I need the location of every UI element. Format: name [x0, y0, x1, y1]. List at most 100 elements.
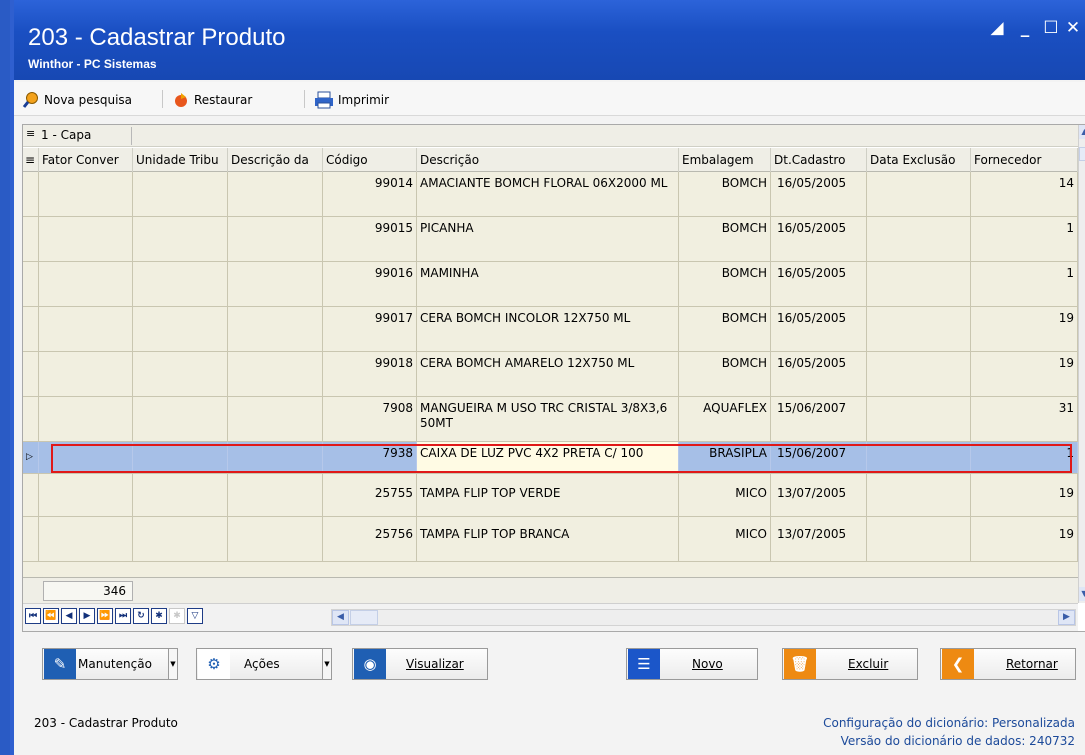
cell-fator-conver: [39, 517, 133, 561]
status-dictionary-version: Versão do dicionário de dados: 240732: [840, 734, 1075, 748]
table-row[interactable]: 25755 TAMPA FLIP TOP VERDE MICO 13/07/20…: [23, 474, 1078, 517]
column-header[interactable]: Embalagem: [679, 148, 771, 172]
cell-descricao: CERA BOMCH INCOLOR 12X750 ML: [417, 307, 679, 351]
column-header[interactable]: Dt.Cadastro: [771, 148, 867, 172]
next-record-icon[interactable]: ▶: [79, 608, 95, 624]
cell-embalagem: AQUAFLEX: [679, 397, 771, 441]
cell-fator-conver: [39, 474, 133, 516]
insert-record-icon[interactable]: ✱: [151, 608, 167, 624]
cell-descricao: AMACIANTE BOMCH FLORAL 06X2000 ML: [417, 172, 679, 216]
vertical-scrollbar[interactable]: ▲ ▼: [1078, 125, 1085, 603]
cell-descricao-da: [228, 217, 323, 261]
row-indicator: [23, 517, 39, 561]
cell-data-exclusao: [867, 517, 971, 561]
prev-page-icon[interactable]: ⏪: [43, 608, 59, 624]
cell-fornecedor: 31: [971, 397, 1078, 441]
cell-fornecedor: 14: [971, 172, 1078, 216]
table-row[interactable]: 99017 CERA BOMCH INCOLOR 12X750 ML BOMCH…: [23, 307, 1078, 352]
table-row[interactable]: 25756 TAMPA FLIP TOP BRANCA MICO 13/07/2…: [23, 517, 1078, 562]
column-header[interactable]: Data Exclusão: [867, 148, 971, 172]
retornar-label: Retornar: [1006, 657, 1058, 671]
scroll-right-icon[interactable]: ▶: [1058, 610, 1075, 625]
cell-descricao-da: [228, 172, 323, 216]
status-dictionary-config: Configuração do dicionário: Personalizad…: [823, 716, 1075, 730]
visualizar-button[interactable]: ◉ Visualizar: [352, 648, 488, 680]
restore-arrow-icon: [175, 93, 187, 107]
cell-unidade-tribu: [133, 307, 228, 351]
last-page-icon[interactable]: ⏭: [115, 608, 131, 624]
cell-data-exclusao: [867, 262, 971, 306]
excluir-button[interactable]: 🗑 Excluir: [782, 648, 918, 680]
acoes-label: Ações: [244, 657, 280, 671]
column-header[interactable]: Descrição da: [228, 148, 323, 172]
cell-unidade-tribu: [133, 442, 228, 473]
toolbar-separator: [162, 90, 163, 108]
band-menu-icon[interactable]: ≡: [26, 127, 35, 140]
manutencao-button[interactable]: ✎ Manutenção ▼: [42, 648, 178, 680]
prev-record-icon[interactable]: ◀: [61, 608, 77, 624]
scroll-up-icon[interactable]: ▲: [1079, 125, 1085, 139]
column-header[interactable]: Descrição: [417, 148, 679, 172]
cell-fornecedor: 1: [971, 262, 1078, 306]
column-header[interactable]: Fornecedor: [971, 148, 1078, 172]
scroll-down-icon[interactable]: ▼: [1079, 587, 1085, 601]
column-header[interactable]: Fator Conver: [39, 148, 133, 172]
cell-data-exclusao: [867, 352, 971, 396]
dropdown-arrow-icon[interactable]: ▼: [322, 649, 331, 679]
maximize-icon[interactable]: ☐: [1041, 18, 1061, 38]
cell-fornecedor: 19: [971, 517, 1078, 561]
row-indicator: [23, 397, 39, 441]
cell-fator-conver: [39, 172, 133, 216]
row-pointer-icon: ▷: [23, 442, 39, 473]
filter-icon[interactable]: ▽: [187, 608, 203, 624]
visualizar-label: Visualizar: [406, 657, 464, 671]
cell-codigo: 7908: [323, 397, 417, 441]
vertical-scroll-thumb[interactable]: [1079, 147, 1085, 161]
manutencao-label: Manutenção: [78, 657, 152, 671]
cell-data-exclusao: [867, 397, 971, 441]
table-row[interactable]: 99015 PICANHA BOMCH 16/05/2005 1: [23, 217, 1078, 262]
row-indicator: [23, 262, 39, 306]
column-chooser-icon[interactable]: ≡: [23, 148, 39, 172]
cell-embalagem: BOMCH: [679, 262, 771, 306]
row-indicator: [23, 474, 39, 516]
window-title: 203 - Cadastrar Produto: [28, 24, 286, 51]
search-icon: [22, 92, 38, 108]
cell-descricao-da: [228, 307, 323, 351]
close-icon[interactable]: ✕: [1063, 18, 1083, 38]
grid-navigator: ⏮ ⏪ ◀ ▶ ⏩ ⏭ ↻ ✱ ✱ ▽ ◀ ▶: [23, 603, 1078, 631]
restaurar-button[interactable]: Restaurar: [172, 89, 252, 111]
table-row[interactable]: 99018 CERA BOMCH AMARELO 12X750 ML BOMCH…: [23, 352, 1078, 397]
restore-icon[interactable]: ◢: [987, 18, 1007, 38]
grid-header: ≡ Fator Conver Unidade Tribu Descrição d…: [23, 148, 1078, 172]
row-indicator: [23, 307, 39, 351]
nova-pesquisa-button[interactable]: Nova pesquisa: [22, 89, 132, 111]
minimize-icon[interactable]: _: [1015, 18, 1035, 38]
cell-descricao: MAMINHA: [417, 262, 679, 306]
first-page-icon[interactable]: ⏮: [25, 608, 41, 624]
table-row-selected[interactable]: ▷ 7938 CAIXA DE LUZ PVC 4X2 PRETA C/ 100…: [23, 442, 1078, 474]
post-record-icon: ✱: [169, 608, 185, 624]
next-page-icon[interactable]: ⏩: [97, 608, 113, 624]
toolbar-separator: [304, 90, 305, 108]
column-header[interactable]: Código: [323, 148, 417, 172]
status-bar: 203 - Cadastrar Produto Configuração do …: [14, 700, 1085, 755]
table-row[interactable]: 7908 MANGUEIRA M USO TRC CRISTAL 3/8X3,6…: [23, 397, 1078, 442]
cell-descricao[interactable]: CAIXA DE LUZ PVC 4X2 PRETA C/ 100: [417, 442, 679, 473]
acoes-button[interactable]: ⚙ Ações ▼: [196, 648, 332, 680]
scroll-thumb[interactable]: [350, 610, 378, 625]
column-header[interactable]: Unidade Tribu: [133, 148, 228, 172]
products-grid: ≡ 1 - Capa ≡ Fator Conver Unidade Tribu …: [22, 124, 1085, 632]
cell-dt-cadastro: 16/05/2005: [771, 172, 867, 216]
table-row[interactable]: 99014 AMACIANTE BOMCH FLORAL 06X2000 ML …: [23, 172, 1078, 217]
scroll-left-icon[interactable]: ◀: [332, 610, 349, 625]
refresh-icon[interactable]: ↻: [133, 608, 149, 624]
nova-pesquisa-label: Nova pesquisa: [44, 93, 133, 107]
table-row[interactable]: 99016 MAMINHA BOMCH 16/05/2005 1: [23, 262, 1078, 307]
horizontal-scrollbar[interactable]: ◀ ▶: [331, 609, 1076, 626]
novo-button[interactable]: ☰ Novo: [626, 648, 758, 680]
imprimir-button[interactable]: Imprimir: [314, 89, 389, 111]
cell-dt-cadastro: 15/06/2007: [771, 397, 867, 441]
retornar-button[interactable]: ❮ Retornar: [940, 648, 1076, 680]
dropdown-arrow-icon[interactable]: ▼: [168, 649, 177, 679]
